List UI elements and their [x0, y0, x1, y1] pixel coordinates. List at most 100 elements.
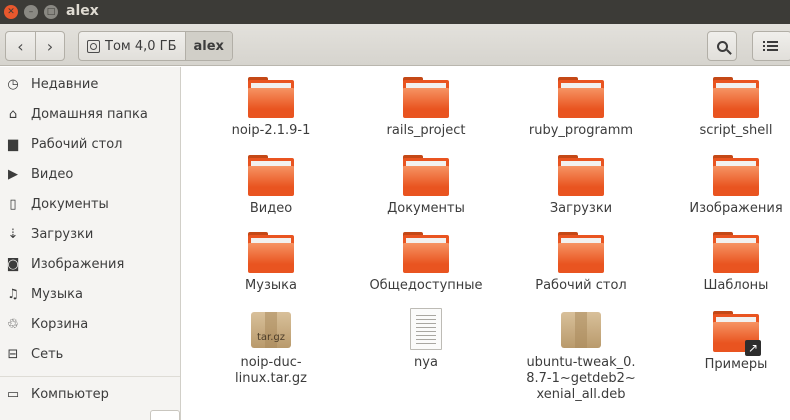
file-label: rails_project	[386, 123, 466, 138]
folder-icon	[558, 232, 604, 273]
folder-icon	[558, 77, 604, 118]
folder-icon	[248, 232, 294, 273]
folder-icon	[403, 232, 449, 273]
document-icon: ▯	[9, 196, 17, 212]
file-label: Примеры	[704, 357, 768, 372]
file-item-folder[interactable]: Видео	[201, 155, 341, 217]
trash-icon: ♲	[7, 316, 19, 332]
file-item-folder[interactable]: Изображения	[666, 155, 790, 217]
file-grid: noip-2.1.9-1 rails_project ruby_programm…	[181, 67, 790, 420]
file-item-folder[interactable]: rails_project	[356, 77, 496, 139]
view-mode-button[interactable]	[752, 31, 790, 61]
back-icon: ‹	[17, 36, 24, 56]
file-item-folder[interactable]: Документы	[356, 155, 496, 217]
sidebar-divider	[0, 376, 180, 377]
package-icon	[559, 310, 603, 350]
folder-icon	[403, 155, 449, 196]
archive-badge: tar.gz	[256, 332, 286, 343]
folder-link-icon: ↗	[713, 311, 761, 356]
search-icon	[716, 40, 728, 52]
path-home-label: alex	[193, 38, 224, 54]
path-bar: Том 4,0 ГБ alex	[78, 31, 233, 61]
sidebar-item-label: Музыка	[31, 286, 83, 302]
file-label: Видео	[249, 201, 293, 216]
file-item-folder[interactable]: noip-2.1.9-1	[201, 77, 341, 139]
sidebar-item-desktop[interactable]: ▆ Рабочий стол	[0, 129, 180, 159]
download-icon: ⇣	[7, 226, 19, 242]
sidebar-item-label: Компьютер	[31, 386, 109, 402]
file-label: script_shell	[699, 123, 773, 138]
archive-icon: tar.gz	[249, 310, 293, 350]
file-item-archive[interactable]: tar.gz noip-duc-linux.tar.gz	[201, 310, 341, 387]
sidebar-item-label: Видео	[31, 166, 74, 182]
path-volume-label: Том 4,0 ГБ	[105, 38, 177, 54]
sidebar-item-music[interactable]: ♫ Музыка	[0, 279, 180, 309]
folder-icon	[248, 155, 294, 196]
sidebar-item-label: Изображения	[31, 256, 125, 272]
symlink-arrow-icon: ↗	[745, 340, 761, 356]
search-button[interactable]	[707, 31, 737, 61]
folder-icon	[248, 77, 294, 118]
file-label: Общедоступные	[369, 278, 483, 293]
file-item-folder[interactable]: Загрузки	[511, 155, 651, 217]
sidebar-item-label: Недавние	[31, 76, 99, 92]
file-label: ubuntu-tweak_0.8.7-1~getdeb2~xenial_all.…	[526, 355, 636, 402]
sidebar-item-label: Корзина	[31, 316, 89, 332]
file-label: noip-duc-linux.tar.gz	[235, 355, 307, 386]
file-item-folder[interactable]: Шаблоны	[666, 232, 790, 294]
sidebar-item-trash[interactable]: ♲ Корзина	[0, 309, 180, 339]
sidebar-item-label: Загрузки	[31, 226, 94, 242]
minimize-window-button[interactable]: –	[24, 5, 38, 19]
file-item-folder[interactable]: Музыка	[201, 232, 341, 294]
back-button[interactable]: ‹	[6, 32, 35, 60]
file-item-folder-link[interactable]: ↗ Примеры	[666, 311, 790, 373]
file-item-folder[interactable]: Рабочий стол	[511, 232, 651, 294]
header-bar: ‹ › Том 4,0 ГБ alex	[0, 24, 790, 66]
file-label: ruby_programm	[528, 123, 634, 138]
sidebar-item-network[interactable]: ⊟ Сеть	[0, 339, 180, 369]
music-icon: ♫	[7, 286, 19, 302]
sidebar-item-computer[interactable]: ▭ Компьютер	[0, 379, 180, 409]
sidebar-item-recent[interactable]: ◷ Недавние	[0, 69, 180, 99]
file-label: Загрузки	[549, 201, 613, 216]
sidebar-item-videos[interactable]: ▶ Видео	[0, 159, 180, 189]
forward-icon: ›	[46, 36, 54, 56]
close-window-button[interactable]: ✕	[4, 5, 18, 19]
sidebar-scroll-handle[interactable]	[150, 410, 180, 420]
home-icon: ⌂	[8, 106, 18, 122]
network-icon: ⊟	[7, 346, 19, 362]
path-home-button[interactable]: alex	[184, 32, 232, 60]
camera-icon: ◙	[6, 256, 20, 272]
forward-button[interactable]: ›	[35, 32, 64, 60]
sidebar-item-label: Сеть	[31, 346, 64, 362]
path-volume-button[interactable]: Том 4,0 ГБ	[79, 32, 185, 60]
sidebar-item-documents[interactable]: ▯ Документы	[0, 189, 180, 219]
folder-icon	[713, 77, 759, 118]
sidebar-item-home[interactable]: ⌂ Домашняя папка	[0, 99, 180, 129]
file-item-package[interactable]: ubuntu-tweak_0.8.7-1~getdeb2~xenial_all.…	[511, 310, 651, 403]
file-label: nya	[414, 355, 438, 370]
file-item-folder[interactable]: Общедоступные	[356, 232, 496, 294]
list-view-icon	[762, 41, 778, 51]
folder-icon	[558, 155, 604, 196]
sidebar-item-label: Рабочий стол	[31, 136, 123, 152]
folder-icon	[713, 155, 759, 196]
sidebar-item-pictures[interactable]: ◙ Изображения	[0, 249, 180, 279]
sidebar-item-label: Домашняя папка	[31, 106, 148, 122]
computer-icon: ▭	[6, 386, 20, 402]
navigation-buttons: ‹ ›	[5, 31, 65, 61]
file-label: Изображения	[689, 201, 783, 216]
sidebar: ◷ Недавние ⌂ Домашняя папка ▆ Рабочий ст…	[0, 67, 181, 420]
sidebar-item-downloads[interactable]: ⇣ Загрузки	[0, 219, 180, 249]
title-bar: ✕ – □ alex	[0, 0, 790, 24]
file-item-folder[interactable]: ruby_programm	[511, 77, 651, 139]
disk-icon	[87, 39, 100, 53]
file-item-folder[interactable]: script_shell	[666, 77, 790, 139]
file-label: Музыка	[245, 278, 297, 293]
clock-icon: ◷	[7, 76, 19, 92]
file-label: Шаблоны	[703, 278, 769, 293]
folder-icon	[403, 77, 449, 118]
file-label: noip-2.1.9-1	[231, 123, 311, 138]
maximize-window-button[interactable]: □	[44, 5, 58, 19]
file-item-text[interactable]: nya	[356, 308, 496, 371]
